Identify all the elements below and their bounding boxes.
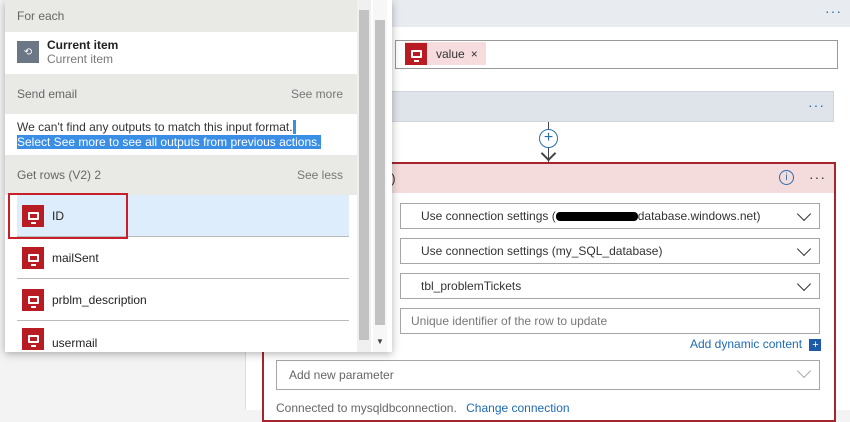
scroll-down-icon[interactable]: ▼ — [376, 337, 384, 346]
server-label: Use connection settings ( — [421, 209, 556, 223]
section-title: Send email — [17, 87, 78, 101]
add-dynamic-label: Add dynamic content — [690, 337, 803, 351]
see-more-link[interactable]: See more — [291, 87, 343, 101]
scrollbar[interactable] — [357, 0, 371, 352]
chevron-down-icon — [796, 363, 812, 379]
sql-icon — [405, 42, 427, 65]
plus-icon: + — [809, 339, 822, 351]
token-label: value — [436, 46, 465, 61]
sql-icon — [22, 288, 44, 311]
loop-icon: ⟲ — [17, 41, 39, 63]
see-less-link[interactable]: See less — [297, 168, 343, 182]
item-label: prblm_description — [52, 292, 147, 307]
server-suffix: database.windows.net) — [637, 209, 761, 223]
redacted — [555, 211, 638, 221]
scrollbar-thumb[interactable] — [359, 10, 369, 340]
more-options-icon[interactable]: ··· — [825, 3, 842, 19]
table-select[interactable]: tbl_problemTickets — [400, 273, 820, 299]
section-for-each: For each — [5, 0, 357, 32]
current-item[interactable]: ⟲ Current item Current item — [17, 38, 118, 66]
sql-icon — [22, 328, 44, 350]
table-label: tbl_problemTickets — [421, 279, 522, 293]
info-icon[interactable]: i — [779, 170, 794, 185]
section-get-rows: Get rows (V2) 2 See less — [5, 155, 357, 195]
change-connection-link[interactable]: Change connection — [466, 401, 569, 415]
item-label: usermail — [52, 336, 98, 350]
list-item-usermail[interactable]: usermail — [17, 321, 349, 352]
chevron-down-icon — [796, 276, 812, 292]
section-send-email: Send email See more — [5, 74, 357, 114]
connection-info: Connected to mysqldbconnection. Change c… — [276, 401, 570, 415]
outer-scrollbar[interactable]: ▼ — [373, 0, 387, 352]
remove-token-icon[interactable]: × — [471, 47, 478, 61]
add-param-label: Add new parameter — [289, 368, 394, 382]
add-parameter-select[interactable]: Add new parameter — [276, 360, 820, 390]
add-dynamic-content-link[interactable]: Add dynamic content + — [690, 337, 822, 351]
send-email-card[interactable]: ··· — [390, 91, 834, 122]
more-options-icon[interactable]: ··· — [808, 97, 825, 113]
scrollbar-thumb[interactable] — [375, 20, 385, 325]
connected-text: Connected to mysqldbconnection. — [276, 401, 457, 415]
value-token[interactable]: value × — [405, 42, 486, 65]
database-select[interactable]: Use connection settings (my_SQL_database… — [400, 238, 820, 264]
more-options-icon[interactable]: ··· — [809, 169, 826, 185]
current-item-title: Current item — [47, 38, 119, 52]
sql-icon — [22, 246, 44, 269]
list-item-mailsent[interactable]: mailSent — [17, 237, 349, 279]
message-line1: We can't find any outputs to match this … — [17, 120, 293, 134]
dynamic-content-popup: For each ⟲ Current item Current item Sen… — [5, 0, 392, 352]
database-label: Use connection settings (my_SQL_database… — [421, 244, 663, 258]
item-label: mailSent — [52, 250, 99, 265]
row-id-placeholder: Unique identifier of the row to update — [411, 314, 608, 328]
highlight-box — [8, 193, 128, 239]
chevron-down-icon — [796, 241, 812, 257]
no-outputs-message: We can't find any outputs to match this … — [17, 120, 321, 150]
current-item-subtitle: Current item — [47, 52, 114, 66]
section-title: Get rows (V2) 2 — [17, 168, 102, 182]
section-title: For each — [17, 9, 65, 23]
message-line2: Select See more to see all outputs from … — [17, 135, 321, 149]
server-select[interactable]: Use connection settings ( database.windo… — [400, 203, 820, 229]
row-id-input[interactable]: Unique identifier of the row to update — [400, 308, 820, 334]
chevron-down-icon — [796, 206, 812, 222]
list-item-prblm-description[interactable]: prblm_description — [17, 279, 349, 321]
